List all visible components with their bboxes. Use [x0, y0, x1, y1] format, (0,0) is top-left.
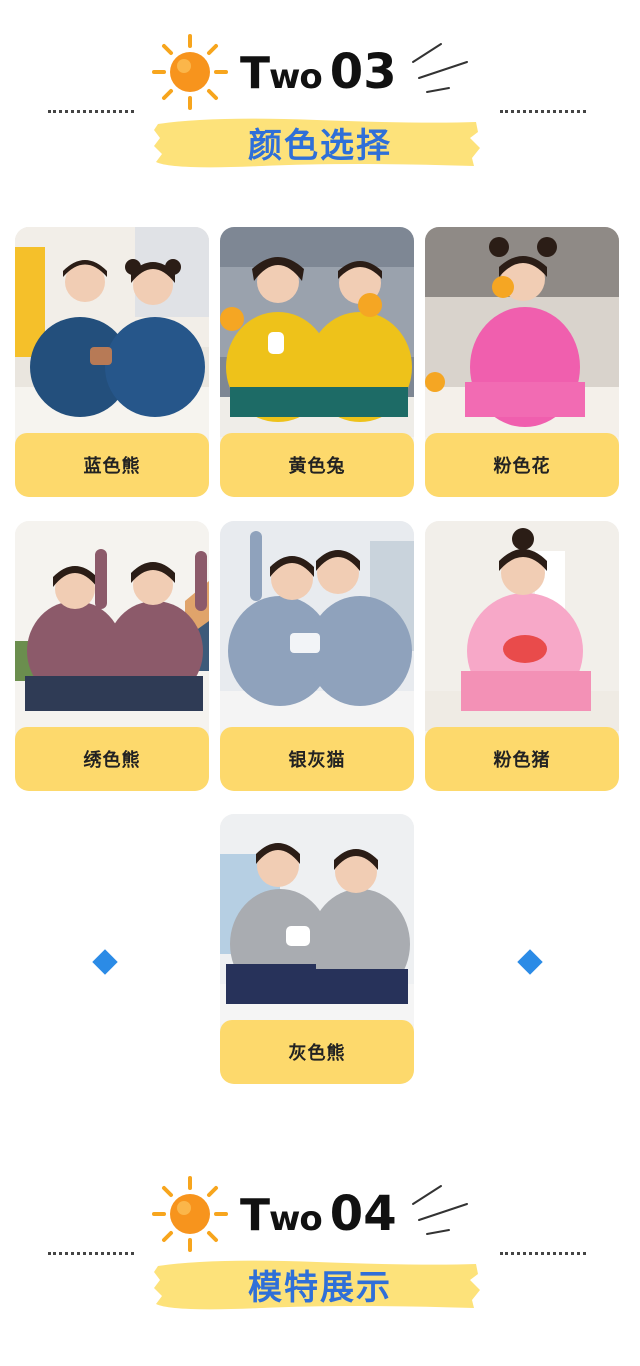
speed-lines-icon	[412, 43, 468, 93]
section-title: Two 03	[240, 44, 397, 100]
product-card-silver-grey-cat[interactable]: 银灰猫	[220, 521, 414, 791]
dotted-divider-right	[500, 110, 586, 117]
section-subtitle: 模特展示	[248, 1268, 392, 1308]
product-card-blue-bear[interactable]: 蓝色熊	[15, 227, 209, 497]
product-photo	[220, 227, 414, 437]
diamond-icon-left	[92, 949, 118, 975]
product-photo	[425, 227, 619, 437]
product-label: 银灰猫	[288, 750, 346, 771]
product-label: 粉色猪	[493, 750, 551, 771]
product-card-yellow-rabbit[interactable]: 黄色兔	[220, 227, 414, 497]
section-header-03: Two 03 颜色选择	[0, 0, 640, 168]
product-photo	[220, 814, 414, 1024]
section-title: Two 04	[240, 1186, 397, 1242]
product-label-bar: 银灰猫	[220, 727, 414, 791]
product-label: 黄色兔	[288, 456, 346, 477]
dotted-divider-left	[48, 1252, 134, 1259]
product-card-pink-pig[interactable]: 粉色猪	[425, 521, 619, 791]
product-photo	[15, 521, 209, 731]
sun-icon	[152, 1176, 228, 1252]
product-card-pink-flower[interactable]: 粉色花	[425, 227, 619, 497]
product-label-bar: 粉色花	[425, 433, 619, 497]
product-label-bar: 蓝色熊	[15, 433, 209, 497]
dotted-divider-left	[48, 110, 134, 117]
product-card-embroidered-bear[interactable]: 绣色熊	[15, 521, 209, 791]
product-photo	[220, 521, 414, 731]
speed-lines-icon	[412, 1185, 468, 1235]
product-label: 灰色熊	[288, 1043, 346, 1064]
product-label-bar: 灰色熊	[220, 1020, 414, 1084]
product-label-bar: 粉色猪	[425, 727, 619, 791]
section-subtitle: 颜色选择	[248, 126, 392, 166]
product-photo	[15, 227, 209, 437]
sun-icon	[152, 34, 228, 110]
dotted-divider-right	[500, 1252, 586, 1259]
product-label-bar: 黄色兔	[220, 433, 414, 497]
product-label: 绣色熊	[83, 750, 141, 771]
product-label-bar: 绣色熊	[15, 727, 209, 791]
diamond-icon-right	[517, 949, 543, 975]
product-label: 蓝色熊	[83, 456, 141, 477]
product-label: 粉色花	[493, 456, 551, 477]
product-photo	[425, 521, 619, 731]
section-header-04: Two 04 模特展示	[0, 1142, 640, 1310]
product-card-grey-bear[interactable]: 灰色熊	[220, 814, 414, 1084]
